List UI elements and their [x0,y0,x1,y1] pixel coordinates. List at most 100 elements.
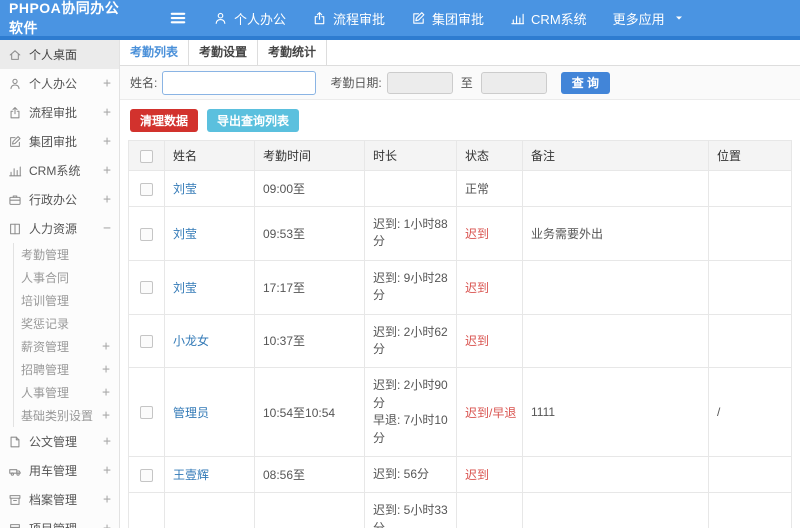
expand-toggle-icon[interactable]: + [102,339,110,354]
sidebar-item[interactable]: 个人办公 + [0,69,119,98]
sidebar-item[interactable]: 用车管理 + [0,456,119,485]
expand-toggle-icon[interactable]: + [102,385,110,400]
sidebar-item[interactable]: 个人桌面 [0,40,119,69]
location [708,259,792,315]
edit-icon [8,135,22,149]
share-icon [312,11,327,26]
row-checkbox[interactable] [140,406,153,420]
attendance-table: 姓名 考勤时间 时长 状态 备注 位置 刘莹 09:00至 正常 刘莹 09:53至 迟到… [128,140,792,528]
employee-name-link[interactable]: 刘莹 [173,281,197,295]
duration: 迟到: 1小时88分 [364,206,457,261]
clean-data-button[interactable]: 清理数据 [130,109,199,132]
sidebar-item[interactable]: 行政办公 + [0,185,119,214]
location [708,455,792,494]
row-checkbox[interactable] [140,281,153,295]
tab[interactable]: 考勤统计 [258,40,328,65]
expand-toggle-icon[interactable]: + [103,434,111,449]
sidebar-item[interactable]: 人力资源 − [0,214,119,243]
sidebar-item[interactable]: 流程审批 + [0,98,119,127]
expand-toggle-icon[interactable]: + [103,105,111,120]
date-to-input[interactable] [480,71,547,94]
sidebar-item[interactable]: 档案管理 + [0,485,119,514]
expand-toggle-icon[interactable]: + [103,521,111,528]
note [522,455,709,494]
note: 1111 [522,367,709,457]
note [522,259,709,315]
sidebar-subitem[interactable]: 奖惩记录 [14,312,119,335]
tab[interactable]: 考勤设置 [189,40,259,65]
export-list-button[interactable]: 导出查询列表 [207,109,300,132]
sidebar-item[interactable]: 项目管理 + [0,514,119,528]
topnav-item[interactable]: CRM系统 [497,9,600,28]
expand-toggle-icon[interactable]: + [103,76,111,91]
sidebar-item[interactable]: CRM系统 + [0,156,119,185]
employee-name-link[interactable]: 刘莹 [173,182,197,196]
select-all-checkbox[interactable] [140,149,153,163]
row-checkbox[interactable] [140,335,153,349]
sidebar-subitem-label: 招聘管理 [21,363,70,377]
expand-toggle-icon[interactable]: + [103,134,111,149]
sidebar-subitem[interactable]: 薪资管理 + [14,335,119,358]
sidebar-item-label: 项目管理 [29,520,103,528]
expand-toggle-icon[interactable]: + [103,492,111,507]
status-badge: 正常 [456,170,523,207]
sidebar-subitem[interactable]: 人事管理 + [14,381,119,404]
topnav-item[interactable]: 集团审批 [398,9,497,28]
status-badge: 迟到/早退 [456,367,523,457]
employee-name-link[interactable]: 刘莹 [173,227,197,241]
sidebar-subitem-label: 考勤管理 [21,248,70,262]
tab[interactable]: 考勤列表 [120,40,190,65]
table-row: 刘莹 09:00至 正常 [128,170,792,207]
expand-toggle-icon[interactable]: + [102,362,110,377]
sidebar-item-label: 行政办公 [29,193,78,207]
location [708,313,792,369]
sidebar-item[interactable]: 公文管理 + [0,427,119,456]
sidebar-item[interactable]: 集团审批 + [0,127,119,156]
row-checkbox[interactable] [140,182,153,196]
location: / [708,367,792,457]
employee-name-link[interactable]: 小龙女 [173,334,209,348]
archive-icon [8,493,22,507]
employee-name-link[interactable]: 管理员 [173,406,209,420]
search-button[interactable]: 查 询 [560,71,611,94]
expand-toggle-icon[interactable]: + [102,408,110,423]
topnav-item-label: 更多应用 [612,11,665,27]
tab-bar: 考勤列表 考勤设置 考勤统计 [120,40,800,66]
topnav-item[interactable]: 更多应用 [600,9,698,28]
location: / [708,492,792,528]
expand-toggle-icon[interactable]: + [103,163,111,178]
expand-toggle-icon[interactable]: + [103,463,111,478]
sidebar-item-label: 档案管理 [29,493,78,507]
duration: 迟到: 5小时33分 早退: 4小时67分 [364,492,457,528]
expand-toggle-icon[interactable]: − [103,221,111,236]
row-checkbox[interactable] [140,227,153,241]
attendance-table-wrap: 姓名 考勤时间 时长 状态 备注 位置 刘莹 09:00至 正常 刘莹 09:53至 迟到… [120,140,800,528]
person-icon [8,77,22,91]
duration: 迟到: 56分 [364,455,457,494]
sidebar-subitem[interactable]: 培训管理 [14,289,119,312]
name-filter-input[interactable] [162,70,317,95]
sidebar-subitem[interactable]: 基础类别设置 + [14,404,119,427]
topnav-item[interactable]: 流程审批 [299,9,398,28]
sidebar-subitem[interactable]: 招聘管理 + [14,358,119,381]
sidebar-subitem[interactable]: 人事合同 [14,266,119,289]
note [522,492,709,528]
sidebar-subitem[interactable]: 考勤管理 [14,243,119,266]
table-row: 王壹辉 08:56至 迟到: 56分 迟到 [128,455,792,494]
sidebar: 个人桌面 个人办公 + 流程审批 + 集团审批 + CRM系统 + 行政办公 +… [0,40,120,528]
sidebar-subitem-label: 培训管理 [21,294,70,308]
employee-name-link[interactable]: 王壹辉 [173,468,209,482]
hamburger-menu-icon[interactable] [168,8,188,28]
expand-toggle-icon[interactable]: + [103,192,111,207]
status-badge: 迟到/早退 [456,492,523,528]
app-logo: PHPOA协同办公软件 [9,0,120,36]
row-checkbox[interactable] [140,468,153,482]
action-bar: 清理数据 导出查询列表 [120,100,800,140]
filter-bar: 姓名: 考勤日期: 至 查 询 [120,66,800,100]
column-header: 时长 [364,140,457,171]
table-body: 刘莹 09:00至 正常 刘莹 09:53至 迟到: 1小时88分 迟到 业务需… [128,170,792,528]
status-badge: 迟到 [456,455,523,494]
caret-down-icon [673,12,685,24]
topnav-item[interactable]: 个人办公 [200,9,299,28]
date-from-input[interactable] [386,71,453,94]
